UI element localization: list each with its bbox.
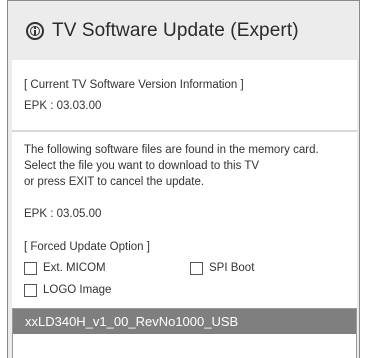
info-icon xyxy=(26,22,44,40)
option-ext-micom[interactable]: Ext. MICOM xyxy=(24,260,106,276)
current-epk: EPK : 03.03.00 xyxy=(24,100,102,112)
ext-micom-checkbox[interactable] xyxy=(24,261,37,275)
found-files-section: The following software files are found i… xyxy=(12,132,357,310)
instruction-line-1: The following software files are found i… xyxy=(24,144,319,156)
option-spi-boot[interactable]: SPI Boot xyxy=(190,260,254,276)
found-instructions: The following software files are found i… xyxy=(24,142,349,190)
ext-micom-label: Ext. MICOM xyxy=(43,262,106,274)
instruction-line-3: or press EXIT to cancel the update. xyxy=(24,176,205,188)
dialog-title-bar: TV Software Update (Expert) xyxy=(8,1,359,61)
forced-update-header: [ Forced Update Option ] xyxy=(24,241,150,253)
file-item-selected[interactable]: xxLD340H_v1_00_RevNo1000_USB xyxy=(13,309,356,334)
current-version-header: [ Current TV Software Version Informatio… xyxy=(24,79,244,91)
logo-image-label: LOGO Image xyxy=(43,284,112,296)
spi-boot-checkbox[interactable] xyxy=(190,261,203,275)
current-version-section: [ Current TV Software Version Informatio… xyxy=(12,60,357,130)
logo-image-checkbox[interactable] xyxy=(24,283,37,297)
instruction-line-2: Select the file you want to download to … xyxy=(24,160,260,172)
spi-boot-label: SPI Boot xyxy=(209,262,255,274)
option-logo-image[interactable]: LOGO Image xyxy=(24,282,111,298)
dialog-title: TV Software Update (Expert) xyxy=(52,20,299,41)
new-epk: EPK : 03.05.00 xyxy=(24,208,102,220)
file-list[interactable]: xxLD340H_v1_00_RevNo1000_USB xyxy=(12,308,357,358)
